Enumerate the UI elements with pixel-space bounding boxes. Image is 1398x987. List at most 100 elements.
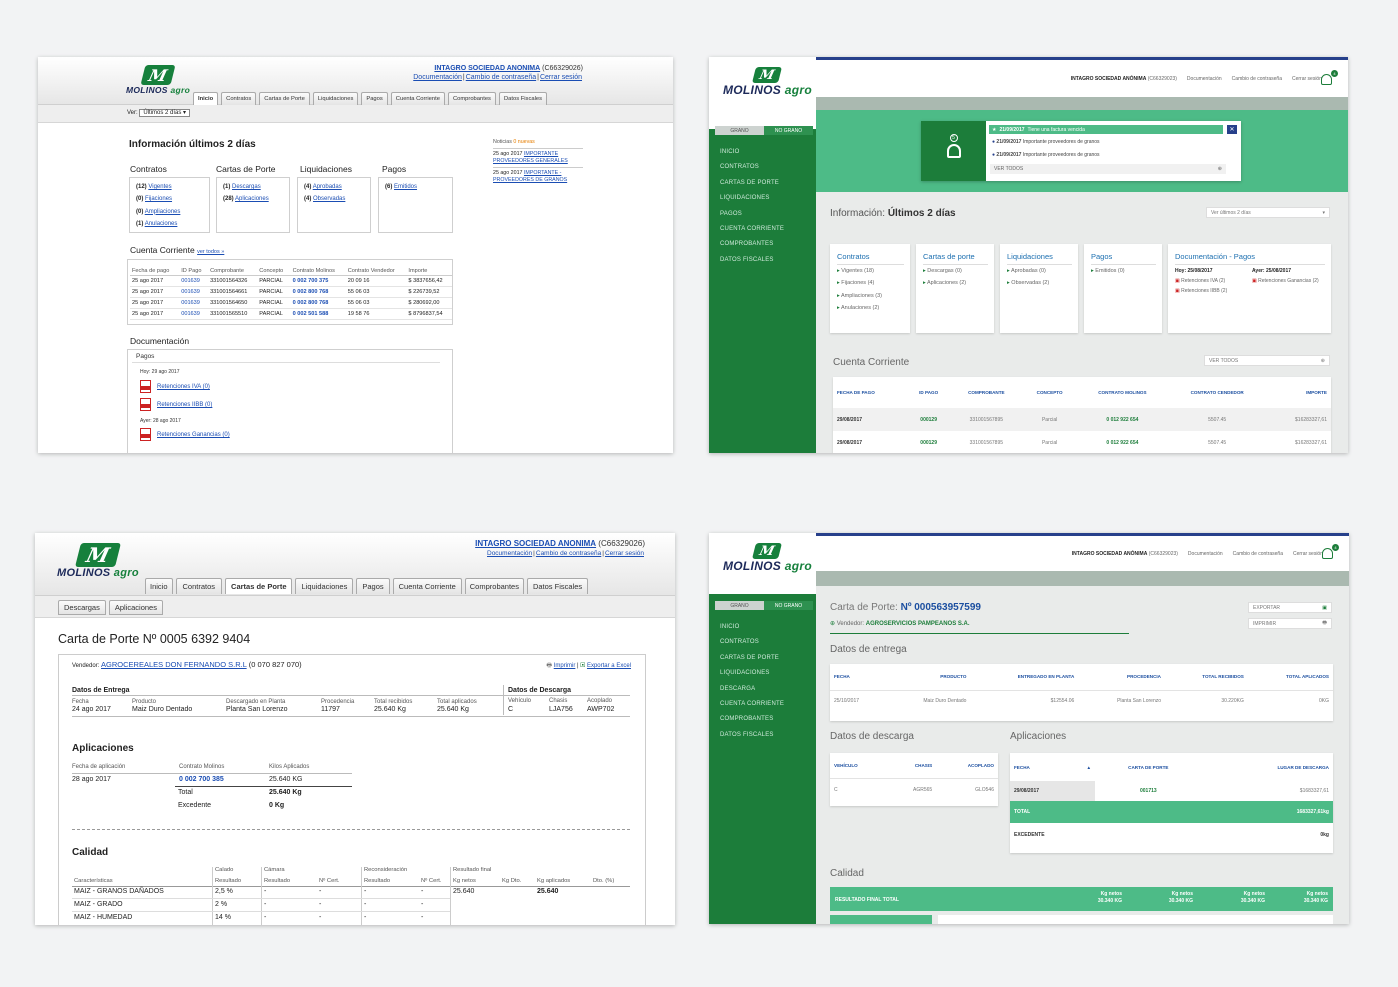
period-select[interactable]: Ver últimos 2 días ▾ (1206, 207, 1330, 218)
menu-cuenta-corriente[interactable]: CUENTA CORRIENTE (720, 697, 784, 712)
link-descargas[interactable]: Descargas (0) (916, 265, 994, 277)
table-row[interactable]: 29/08/2017 000129 331001567895 Parcial 0 012… (833, 408, 1331, 431)
menu-inicio[interactable]: INICIO (720, 620, 784, 635)
link-emitidos[interactable]: Emitidos (0) (1084, 265, 1162, 277)
toggle-grano[interactable]: GRANO (715, 126, 764, 135)
menu-inicio[interactable]: INICIO (720, 145, 784, 160)
link-aprobadas[interactable]: Aprobadas (0) (1000, 265, 1078, 277)
tab-liquidaciones[interactable]: Liquidaciones (295, 578, 354, 594)
menu-descarga[interactable]: DESCARGA (720, 682, 784, 697)
subtab-aplicaciones[interactable]: Aplicaciones (108, 600, 163, 615)
toggle-no-grano[interactable]: NO GRANO (764, 601, 813, 610)
menu-datos-fiscales[interactable]: DATOS FISCALES (720, 728, 784, 743)
notif-item-2[interactable]: ● 21/09/2017 Importante proveedores de g… (992, 139, 1100, 145)
link-vigentes[interactable]: Vigentes (18) (830, 265, 910, 277)
doc-link-ret-ganancias[interactable]: ▣ Retenciones Ganancias (2) (1252, 278, 1328, 284)
documentation-link[interactable]: Documentación (1187, 76, 1222, 82)
tab-cartas-de-porte[interactable]: Cartas de Porte (225, 578, 293, 594)
bell-icon[interactable]: 4 (1322, 544, 1339, 559)
doc-link-ret-iibb[interactable]: Retenciones IIBB (0) (157, 402, 212, 408)
table-row[interactable]: 25 ago 2017 001639 331001564650 PARCIAL 0 00… (130, 297, 452, 309)
logout-link[interactable]: Cerrar sesión (1293, 551, 1323, 557)
table-row[interactable]: 25/10/2017 Maiz Duro Dentado $12554.06 Plan… (830, 690, 1333, 712)
documentation-link[interactable]: Documentación (1188, 551, 1223, 557)
doc-link-ret-iva[interactable]: Retenciones IVA (0) (157, 384, 210, 390)
link-fijaciones[interactable]: Fijaciones (4) (830, 277, 910, 289)
tab-inicio[interactable]: Inicio (145, 578, 173, 594)
link-vigentes[interactable]: Vigentes (148, 184, 171, 190)
notif-item-1[interactable]: ★ 21/09/2017 Tiene una factura vencida (989, 125, 1223, 134)
toggle-grano[interactable]: GRANO (715, 601, 764, 610)
link-aprobadas[interactable]: Aprobadas (313, 184, 342, 190)
tab-comprobantes[interactable]: Comprobantes (447, 92, 496, 105)
menu-cuenta-corriente[interactable]: CUENTA CORRIENTE (720, 222, 784, 237)
doc-link-ret-iibb[interactable]: ▣ Retenciones IIBB (2) (1175, 288, 1251, 294)
notif-ver-todos-button[interactable]: VER TODOS ⊕ (990, 164, 1226, 174)
doc-tab-pagos[interactable]: Pagos (132, 353, 440, 363)
change-password-link[interactable]: Cambio de contraseña (1232, 76, 1282, 82)
menu-pagos[interactable]: PAGOS (720, 207, 784, 222)
logout-link[interactable]: Cerrar sesión (1292, 76, 1322, 82)
logout-link[interactable]: Cerrar sesión (540, 74, 582, 81)
menu-datos-fiscales[interactable]: DATOS FISCALES (720, 253, 784, 268)
tab-datos-fiscales[interactable]: Datos Fiscales (526, 578, 589, 594)
link-ampliaciones[interactable]: Ampliaciones (3) (830, 290, 910, 302)
menu-comprobantes[interactable]: COMPROBANTES (720, 712, 784, 727)
logout-link[interactable]: Cerrar sesión (605, 550, 644, 557)
link-anulaciones[interactable]: Anulaciones (145, 221, 178, 227)
table-row[interactable]: 25 ago 2017 001639 331001565510 PARCIAL 0 00… (130, 308, 452, 320)
table-row[interactable]: C AGR565 GLO546 (830, 778, 998, 802)
menu-comprobantes[interactable]: COMPROBANTES (720, 237, 784, 252)
tab-pagos[interactable]: Pagos (356, 578, 390, 594)
tab-cuenta-corriente[interactable]: Cuenta Corriente (392, 578, 462, 594)
imprimir-link[interactable]: Imprimir (554, 663, 576, 669)
molinos-logo[interactable]: M MOLINOS agro (57, 543, 139, 579)
link-aplicaciones[interactable]: Aplicaciones (2) (916, 277, 994, 289)
cc-ver-todos-button[interactable]: VER TODOS ⊕ (1204, 355, 1330, 366)
table-row[interactable]: 25 ago 2017 001639 331001564326 PARCIAL 0 00… (130, 275, 452, 287)
tab-contratos[interactable]: Contratos (221, 92, 257, 105)
change-password-link[interactable]: Cambio de contraseña (466, 74, 536, 81)
link-descargas[interactable]: Descargas (232, 184, 261, 190)
exportar-excel-link[interactable]: Exportar a Excel (587, 663, 631, 669)
imprimir-button[interactable]: IMPRIMIR 🖶 (1248, 618, 1332, 629)
ver-select[interactable]: Últimos 2 días ▾ (139, 109, 191, 117)
subtab-descargas[interactable]: Descargas (58, 600, 106, 615)
exportar-button[interactable]: EXPORTAR ▣ (1248, 602, 1332, 613)
change-password-link[interactable]: Cambio de contraseña (536, 550, 601, 557)
molinos-logo[interactable]: M MOLINOS agro (723, 543, 812, 573)
user-name-link[interactable]: INTAGRO SOCIEDAD ANONIMA (475, 539, 596, 548)
link-ampliaciones[interactable]: Ampliaciones (145, 209, 181, 215)
tab-datos-fiscales[interactable]: Datos Fiscales (498, 92, 547, 105)
molinos-logo[interactable]: M MOLINOS agro (126, 65, 190, 95)
tab-cuenta-corriente[interactable]: Cuenta Corriente (390, 92, 445, 105)
link-fijaciones[interactable]: Fijaciones (145, 196, 172, 202)
table-row[interactable]: 29/08/2017 000129 331001567895 Parcial 0 012… (833, 431, 1331, 453)
table-row[interactable]: 25 ago 2017 001639 331001564661 PARCIAL 0 00… (130, 286, 452, 298)
link-aplicaciones[interactable]: Aplicaciones (235, 196, 269, 202)
toggle-no-grano[interactable]: NO GRANO (764, 126, 813, 135)
link-observadas[interactable]: Observadas (313, 196, 345, 202)
user-name-link[interactable]: INTAGRO SOCIEDAD ANONIMA (434, 65, 540, 72)
menu-liquidaciones[interactable]: LIQUIDACIONES (720, 666, 784, 681)
change-password-link[interactable]: Cambio de contraseña (1233, 551, 1283, 557)
bell-icon[interactable]: 4 (1321, 70, 1338, 85)
link-anulaciones[interactable]: Anulaciones (2) (830, 302, 910, 314)
tab-cartas-de-porte[interactable]: Cartas de Porte (259, 92, 310, 105)
menu-contratos[interactable]: CONTRATOS (720, 160, 784, 175)
tab-liquidaciones[interactable]: Liquidaciones (312, 92, 359, 105)
tab-comprobantes[interactable]: Comprobantes (464, 578, 524, 594)
menu-liquidaciones[interactable]: LIQUIDACIONES (720, 191, 784, 206)
notif-item-3[interactable]: ● 21/09/2017 Importante proveedores de g… (992, 152, 1100, 158)
documentation-link[interactable]: Documentación (487, 550, 532, 557)
doc-link-ret-ganancias[interactable]: Retenciones Ganancias (0) (157, 432, 230, 438)
vendedor-link[interactable]: AGROCEREALES DON FERNANDO S.R.L (101, 660, 247, 669)
table-row[interactable]: 29/08/2017 001713 $1683327,61 (1010, 781, 1333, 801)
menu-cartas-de-porte[interactable]: CARTAS DE PORTE (720, 651, 784, 666)
link-observadas[interactable]: Observadas (2) (1000, 277, 1078, 289)
doc-link-ret-iva[interactable]: ▣ Retenciones IVA (2) (1175, 278, 1251, 284)
tab-pagos[interactable]: Pagos (361, 92, 388, 105)
molinos-logo[interactable]: M MOLINOS agro (723, 67, 812, 97)
tab-contratos[interactable]: Contratos (175, 578, 223, 594)
menu-contratos[interactable]: CONTRATOS (720, 635, 784, 650)
